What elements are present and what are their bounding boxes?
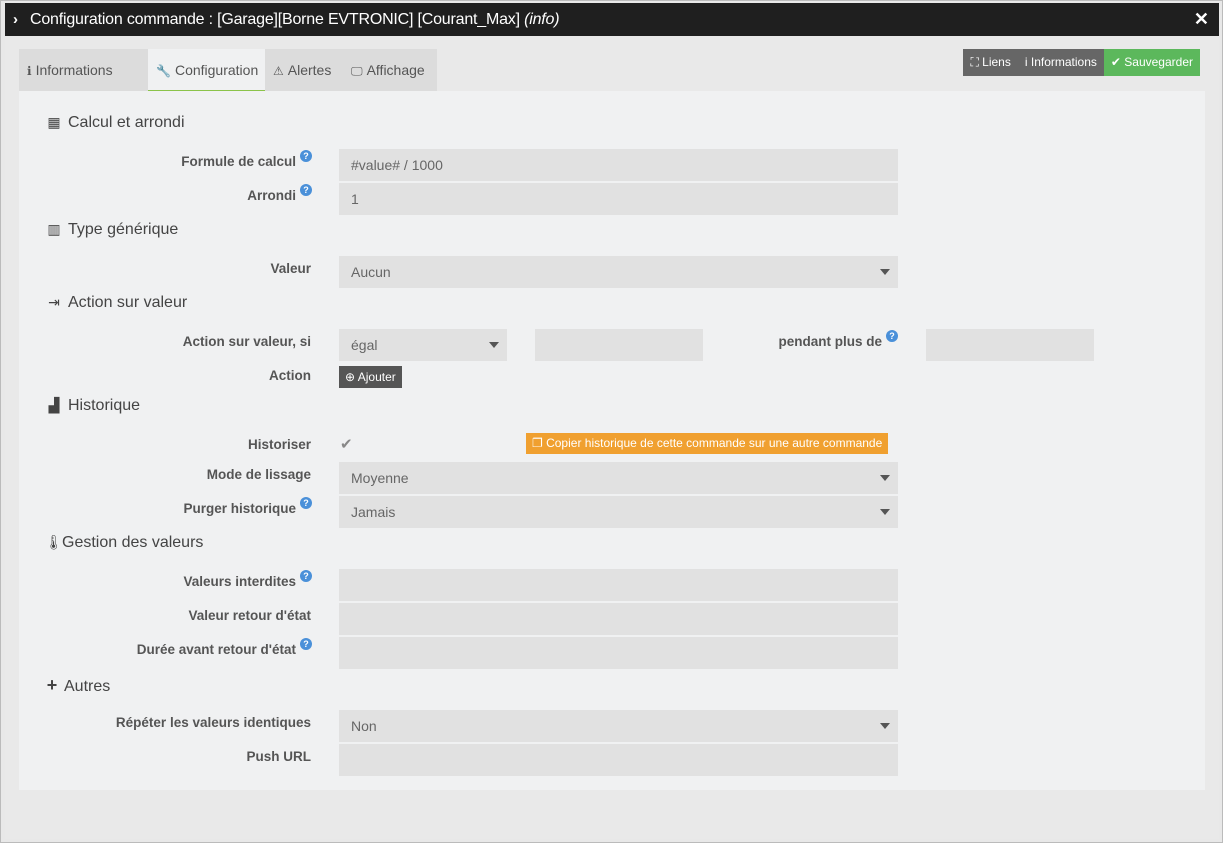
help-icon[interactable]: ? bbox=[300, 150, 312, 162]
section-title: Autres bbox=[64, 678, 111, 695]
section-title: Action sur valeur bbox=[68, 294, 188, 311]
thermometer-icon: 🌡 bbox=[45, 534, 63, 550]
lissage-label: Mode de lissage bbox=[206, 467, 311, 482]
label-text: Formule de calcul bbox=[181, 154, 296, 169]
top-toolbar: ⛶ Liens i Informations ✔ Sauvegarder bbox=[963, 49, 1200, 76]
interdites-input[interactable] bbox=[339, 569, 898, 601]
action-value-input[interactable] bbox=[535, 329, 703, 361]
tab-label: Configuration bbox=[174, 62, 259, 78]
plus-icon: + bbox=[46, 675, 58, 695]
ajouter-label: Ajouter bbox=[357, 370, 396, 384]
copy-label: Copier historique de cette commande sur … bbox=[546, 436, 883, 450]
close-icon[interactable]: ✕ bbox=[1194, 9, 1209, 30]
repeter-select[interactable]: Non bbox=[339, 710, 898, 742]
section-gestion: 🌡Gestion des valeurs bbox=[45, 534, 203, 552]
building-icon: ▥ bbox=[47, 221, 61, 237]
label-text: pendant plus de bbox=[778, 334, 882, 349]
informations-label: Informations bbox=[1030, 55, 1097, 69]
configuration-panel: ▦ Calcul et arrondi Formule de calcul? #v… bbox=[19, 91, 1205, 790]
valeur-label: Valeur bbox=[270, 261, 311, 276]
label-text: Valeurs interdites bbox=[183, 574, 296, 589]
tab-alertes[interactable]: ⚠ Alertes bbox=[265, 49, 343, 91]
interdites-label: Valeurs interdites? bbox=[183, 570, 312, 589]
label-text: Durée avant retour d'état bbox=[136, 642, 296, 657]
dialog-title: Configuration commande : [Garage][Borne … bbox=[30, 11, 560, 29]
tab-label: Affichage bbox=[366, 62, 425, 78]
add-action-button[interactable]: ⊕ Ajouter bbox=[339, 366, 402, 388]
table-icon: ▦ bbox=[47, 114, 61, 130]
save-label: Sauvegarder bbox=[1124, 55, 1193, 69]
tab-informations[interactable]: ℹ Informations bbox=[19, 49, 148, 91]
pendant-label: pendant plus de? bbox=[778, 330, 898, 349]
help-icon[interactable]: ? bbox=[300, 497, 312, 509]
dialog-body: ℹ Informations 🔧 Configuration ⚠ Alertes 🖵 A… bbox=[5, 36, 1219, 839]
warning-icon: ⚠ bbox=[273, 64, 284, 78]
action-label: Action bbox=[269, 368, 311, 383]
liens-button[interactable]: ⛶ Liens bbox=[963, 49, 1018, 76]
valeur-select[interactable]: Aucun bbox=[339, 256, 898, 288]
save-button[interactable]: ✔ Sauvegarder bbox=[1103, 49, 1200, 76]
pendant-input[interactable] bbox=[926, 329, 1094, 361]
section-autres: + Autres bbox=[45, 675, 111, 696]
section-calcul: ▦ Calcul et arrondi bbox=[45, 114, 185, 132]
dialog-title-text: Configuration commande : [Garage][Borne … bbox=[30, 11, 520, 28]
dialog-titlebar: › Configuration commande : [Garage][Born… bbox=[5, 3, 1219, 36]
informations-button[interactable]: i Informations bbox=[1017, 49, 1104, 76]
link-icon: ⛶ bbox=[970, 55, 983, 69]
help-icon[interactable]: ? bbox=[300, 184, 312, 196]
section-title: Calcul et arrondi bbox=[68, 114, 185, 131]
copy-icon: ❐ bbox=[532, 436, 547, 450]
monitor-icon: 🖵 bbox=[351, 64, 363, 78]
purger-label: Purger historique? bbox=[183, 497, 312, 516]
push-label: Push URL bbox=[246, 749, 311, 764]
check-circle-icon: ✔ bbox=[1110, 55, 1125, 69]
dialog-title-suffix: (info) bbox=[524, 11, 560, 28]
help-icon[interactable]: ? bbox=[300, 638, 312, 650]
push-url-input[interactable] bbox=[339, 744, 898, 776]
help-icon[interactable]: ? bbox=[300, 570, 312, 582]
chevron-right-icon: › bbox=[13, 11, 18, 28]
retour-label: Valeur retour d'état bbox=[188, 608, 312, 623]
tab-label: Informations bbox=[35, 62, 113, 78]
duree-label: Durée avant retour d'état? bbox=[136, 638, 312, 657]
liens-label: Liens bbox=[982, 55, 1011, 69]
repeter-label: Répéter les valeurs identiques bbox=[115, 715, 311, 730]
arrondi-input[interactable]: 1 bbox=[339, 183, 898, 215]
action-si-label: Action sur valeur, si bbox=[182, 334, 311, 349]
label-text: Purger historique bbox=[183, 501, 296, 516]
formule-label: Formule de calcul? bbox=[181, 150, 312, 169]
tab-label: Alertes bbox=[287, 62, 332, 78]
config-dialog: › Configuration commande : [Garage][Born… bbox=[0, 0, 1223, 843]
sign-out-icon: ⇥ bbox=[48, 294, 60, 310]
label-text: Arrondi bbox=[247, 188, 296, 203]
retour-input[interactable] bbox=[339, 603, 898, 635]
lissage-select[interactable]: Moyenne bbox=[339, 462, 898, 494]
section-type: ▥ Type générique bbox=[45, 221, 178, 239]
formule-input[interactable]: #value# / 1000 bbox=[339, 149, 898, 181]
section-historique: ▟ Historique bbox=[45, 397, 140, 415]
action-condition-select[interactable]: égal bbox=[339, 329, 507, 361]
section-action: ⇥ Action sur valeur bbox=[45, 294, 187, 312]
plus-circle-icon: ⊕ bbox=[345, 370, 358, 384]
info-circle-icon: ℹ bbox=[27, 64, 32, 78]
duree-input[interactable] bbox=[339, 637, 898, 669]
section-title: Gestion des valeurs bbox=[62, 534, 204, 551]
tab-configuration[interactable]: 🔧 Configuration bbox=[148, 49, 265, 91]
wrench-icon: 🔧 bbox=[156, 64, 171, 78]
arrondi-label: Arrondi? bbox=[247, 184, 312, 203]
bar-chart-icon: ▟ bbox=[48, 397, 60, 413]
help-icon[interactable]: ? bbox=[886, 330, 898, 342]
section-title: Historique bbox=[68, 397, 141, 414]
historiser-label: Historiser bbox=[247, 437, 311, 452]
copy-history-button[interactable]: ❐ Copier historique de cette commande su… bbox=[526, 433, 889, 454]
purger-select[interactable]: Jamais bbox=[339, 496, 898, 528]
tab-affichage[interactable]: 🖵 Affichage bbox=[343, 49, 437, 91]
historiser-checkbox[interactable]: ✔ bbox=[340, 435, 353, 453]
section-title: Type générique bbox=[68, 221, 179, 238]
